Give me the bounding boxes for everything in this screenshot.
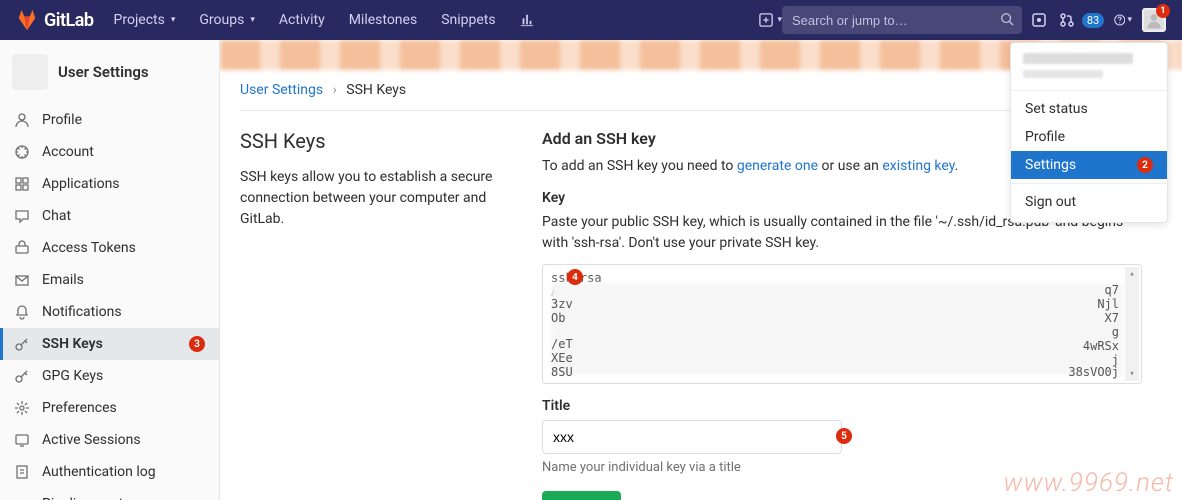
existing-key-link[interactable]: existing key xyxy=(882,158,954,174)
log-icon xyxy=(14,464,30,480)
nav-snippets[interactable]: Snippets xyxy=(431,0,505,40)
chevron-down-icon: ▾ xyxy=(171,15,176,25)
sidebar-item-label: Preferences xyxy=(42,400,117,416)
nav-activity[interactable]: Activity xyxy=(269,0,335,40)
title-badge: 5 xyxy=(836,428,852,444)
avatar-badge: 1 xyxy=(1156,4,1170,18)
sidebar-item-label: Access Tokens xyxy=(42,240,136,256)
search-input[interactable] xyxy=(782,6,1022,34)
nav-milestones[interactable]: Milestones xyxy=(339,0,428,40)
sidebar-item-authentication-log[interactable]: Authentication log xyxy=(0,456,219,488)
title-input[interactable] xyxy=(542,420,842,454)
scroll-up-icon[interactable]: ▴ xyxy=(1125,267,1139,281)
sidebar-item-access-tokens[interactable]: Access Tokens xyxy=(0,232,219,264)
todos-icon[interactable]: 83 xyxy=(1086,11,1104,29)
sidebar-avatar xyxy=(12,54,48,90)
apps-icon xyxy=(14,176,30,192)
sidebar-item-notifications[interactable]: Notifications xyxy=(0,296,219,328)
dropdown-user-info xyxy=(1011,49,1167,86)
sidebar-item-label: Authentication log xyxy=(42,464,156,480)
dropdown-settings[interactable]: Settings2 xyxy=(1011,151,1167,179)
key-textarea[interactable]: ssh-rsa AA 3zv Ob /eT XEe 8SU q7 Njl X7 … xyxy=(542,264,1142,384)
sidebar-item-preferences[interactable]: Preferences xyxy=(0,392,219,424)
gitlab-logo[interactable]: GitLab xyxy=(16,9,94,31)
issues-icon[interactable] xyxy=(1030,11,1048,29)
textarea-scrollbar[interactable]: ▴ ▾ xyxy=(1125,267,1139,381)
sidebar-item-label: Emails xyxy=(42,272,84,288)
sidebar-title: User Settings xyxy=(58,63,149,81)
settings-badge: 2 xyxy=(1137,157,1153,173)
sidebar-item-label: Pipeline quota xyxy=(42,496,131,500)
nav-projects[interactable]: Projects▾ xyxy=(104,0,186,40)
nav-chart-icon[interactable] xyxy=(510,0,544,40)
key-badge: 4 xyxy=(567,269,583,285)
sidebar-item-label: Applications xyxy=(42,176,120,192)
chevron-down-icon: ▾ xyxy=(250,15,255,25)
token-icon xyxy=(14,240,30,256)
email-icon xyxy=(14,272,30,288)
dropdown-profile[interactable]: Profile xyxy=(1011,123,1167,151)
sidebar-item-profile[interactable]: Profile xyxy=(0,104,219,136)
sidebar-item-label: Chat xyxy=(42,208,71,224)
user-avatar[interactable]: 1 xyxy=(1142,8,1166,32)
nav-links: Projects▾ Groups▾ Activity Milestones Sn… xyxy=(104,0,544,40)
sidebar-item-ssh-keys[interactable]: SSH Keys 3 xyxy=(0,328,219,360)
dropdown-set-status[interactable]: Set status xyxy=(1011,95,1167,123)
page-description: SSH Keys SSH keys allow you to establish… xyxy=(240,129,512,500)
sidebar-item-active-sessions[interactable]: Active Sessions xyxy=(0,424,219,456)
dropdown-sign-out[interactable]: Sign out xyxy=(1011,188,1167,216)
sidebar-item-chat[interactable]: Chat xyxy=(0,200,219,232)
add-key-button[interactable]: Add key xyxy=(542,491,621,500)
profile-icon xyxy=(14,112,30,128)
sidebar-item-label: Notifications xyxy=(42,304,122,320)
help-icon[interactable]: ▾ xyxy=(1114,11,1132,29)
sidebar: User Settings Profile Account Applications… xyxy=(0,40,220,500)
sidebar-item-label: Account xyxy=(42,144,94,160)
pref-icon xyxy=(14,400,30,416)
gitlab-icon xyxy=(16,9,38,31)
user-dropdown: Set status Profile Settings2 Sign out xyxy=(1010,42,1168,223)
sidebar-item-applications[interactable]: Applications xyxy=(0,168,219,200)
sidebar-item-label: Active Sessions xyxy=(42,432,141,448)
sidebar-item-label: GPG Keys xyxy=(42,368,103,384)
key-icon xyxy=(14,368,30,384)
sidebar-item-pipeline-quota[interactable]: Pipeline quota xyxy=(0,488,219,500)
account-icon xyxy=(14,144,30,160)
sidebar-badge: 3 xyxy=(189,336,205,352)
session-icon xyxy=(14,432,30,448)
pipeline-icon xyxy=(14,496,30,500)
page-desc: SSH keys allow you to establish a secure… xyxy=(240,167,512,230)
search-icon xyxy=(1000,12,1014,30)
top-nav: GitLab Projects▾ Groups▾ Activity Milest… xyxy=(0,0,1182,40)
title-hint: Name your individual key via a title xyxy=(542,460,1142,475)
chevron-down-icon: ▾ xyxy=(1127,15,1132,25)
sidebar-item-label: SSH Keys xyxy=(42,336,103,352)
key-icon xyxy=(14,336,30,352)
page-title: SSH Keys xyxy=(240,129,512,153)
todos-badge: 83 xyxy=(1082,13,1104,28)
breadcrumb-current: SSH Keys xyxy=(346,82,406,98)
breadcrumb-root[interactable]: User Settings xyxy=(240,82,323,98)
scroll-down-icon[interactable]: ▾ xyxy=(1125,367,1139,381)
chat-icon xyxy=(14,208,30,224)
sidebar-item-account[interactable]: Account xyxy=(0,136,219,168)
search-box xyxy=(782,6,1022,34)
bell-icon xyxy=(14,304,30,320)
generate-one-link[interactable]: generate one xyxy=(737,158,818,174)
title-label: Title xyxy=(542,398,1142,414)
brand-text: GitLab xyxy=(44,10,94,31)
new-dropdown[interactable]: ▾ xyxy=(759,13,782,27)
sidebar-header[interactable]: User Settings xyxy=(0,40,219,104)
sidebar-item-label: Profile xyxy=(42,112,82,128)
breadcrumb-separator: › xyxy=(333,82,337,98)
merge-request-icon[interactable] xyxy=(1058,11,1076,29)
right-nav-icons: 83 ▾ 1 xyxy=(1030,8,1166,32)
nav-groups[interactable]: Groups▾ xyxy=(189,0,264,40)
sidebar-item-gpg-keys[interactable]: GPG Keys xyxy=(0,360,219,392)
sidebar-item-emails[interactable]: Emails xyxy=(0,264,219,296)
